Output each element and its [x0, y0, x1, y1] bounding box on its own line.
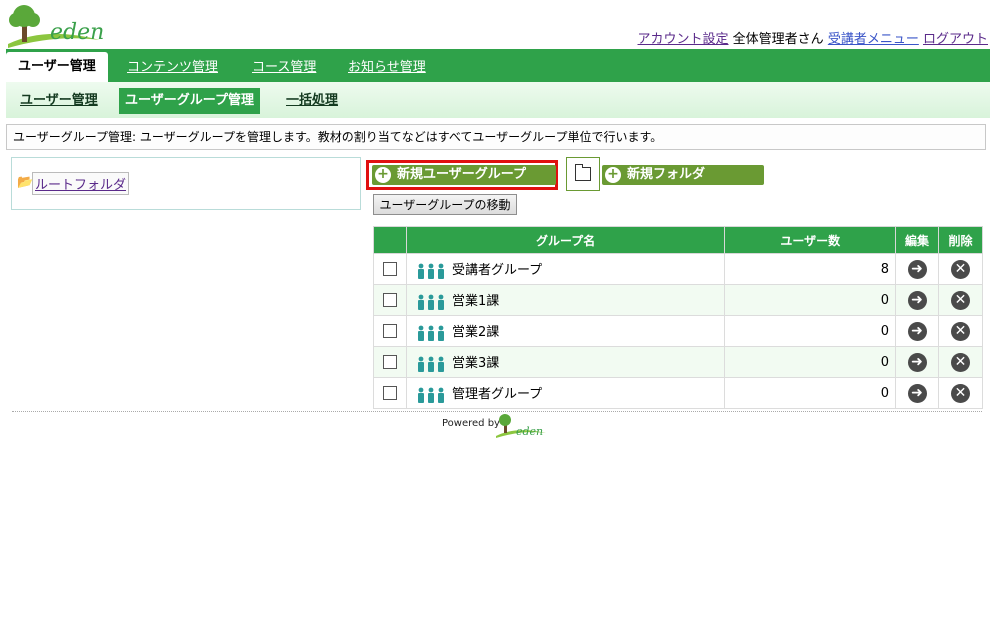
eden-footer-logo: eden: [496, 414, 546, 438]
plus-icon: +: [605, 167, 621, 183]
edit-cell: ➜: [895, 284, 940, 316]
new-user-group-label: 新規ユーザーグループ: [397, 167, 526, 182]
delete-cell: ✕: [938, 377, 983, 409]
user-count: 0: [724, 377, 897, 409]
plus-icon: +: [375, 167, 391, 183]
header-checkbox: [373, 226, 407, 254]
edit-arrow-icon[interactable]: ➜: [907, 321, 927, 341]
user-count: 8: [724, 253, 897, 285]
group-name[interactable]: 営業1課: [452, 294, 499, 309]
row-checkbox[interactable]: [382, 355, 397, 369]
tab-course-management[interactable]: コース管理: [252, 55, 316, 82]
row-checkbox[interactable]: [382, 324, 397, 338]
root-folder-link[interactable]: ルートフォルダ: [32, 172, 130, 195]
row-select-cell: [373, 284, 407, 316]
logout-link[interactable]: ログアウト: [923, 32, 988, 47]
group-name[interactable]: 営業3課: [452, 356, 499, 371]
header-user-count: ユーザー数: [724, 226, 897, 254]
table-header-row: グループ名 ユーザー数 編集 削除: [373, 226, 983, 254]
tab-content-management[interactable]: コンテンツ管理: [127, 55, 218, 82]
page-description: ユーザーグループ管理: ユーザーグループを管理します。教材の割り当てなどはすべて…: [6, 124, 986, 150]
table-row: 営業2課 0 ➜ ✕: [373, 315, 983, 347]
row-checkbox[interactable]: [382, 293, 397, 307]
group-name[interactable]: 受講者グループ: [452, 263, 542, 278]
user-group-icon: [417, 325, 444, 341]
delete-x-icon[interactable]: ✕: [951, 352, 970, 372]
footer-divider: [12, 411, 982, 412]
sub-nav: ユーザー管理 ユーザーグループ管理 一括処理: [6, 82, 990, 118]
subtab-user-management[interactable]: ユーザー管理: [14, 88, 104, 114]
main-nav: ユーザー管理 コンテンツ管理 コース管理 お知らせ管理: [6, 49, 990, 82]
table-row: 受講者グループ 8 ➜ ✕: [373, 253, 983, 285]
subtab-user-group-management[interactable]: ユーザーグループ管理: [119, 88, 260, 114]
edit-arrow-icon[interactable]: ➜: [907, 352, 927, 372]
folder-button[interactable]: [566, 157, 600, 191]
group-name-cell: 管理者グループ: [405, 377, 726, 409]
edit-cell: ➜: [895, 253, 940, 285]
delete-cell: ✕: [938, 253, 983, 285]
logo-text: eden: [50, 20, 105, 45]
group-name-cell: 営業1課: [405, 284, 726, 316]
new-user-group-button[interactable]: + 新規ユーザーグループ: [372, 165, 556, 185]
account-settings-link[interactable]: アカウント設定: [638, 32, 729, 47]
row-select-cell: [373, 346, 407, 378]
delete-x-icon[interactable]: ✕: [951, 290, 970, 310]
group-table: グループ名 ユーザー数 編集 削除 受講者グループ 8 ➜ ✕ 営業1課 0 ➜ ✕ 営業2課 0…: [373, 226, 983, 409]
powered-by-text: Powered by: [442, 418, 500, 429]
delete-cell: ✕: [938, 315, 983, 347]
user-name: 全体管理者さん: [732, 32, 824, 47]
edit-arrow-icon[interactable]: ➜: [907, 290, 927, 310]
edit-cell: ➜: [895, 377, 940, 409]
group-name-cell: 営業3課: [405, 346, 726, 378]
user-count: 0: [724, 346, 897, 378]
subtab-bulk-processing[interactable]: 一括処理: [280, 88, 344, 114]
user-count: 0: [724, 315, 897, 347]
edit-arrow-icon[interactable]: ➜: [907, 259, 927, 279]
table-row: 管理者グループ 0 ➜ ✕: [373, 377, 983, 409]
row-select-cell: [373, 315, 407, 347]
user-group-icon: [417, 387, 444, 403]
folder-tree: 📂 ルートフォルダ: [11, 157, 361, 210]
header: eden アカウント設定 全体管理者さん 受講者メニュー ログアウト: [0, 0, 994, 48]
group-name[interactable]: 管理者グループ: [452, 387, 542, 402]
row-select-cell: [373, 253, 407, 285]
row-checkbox[interactable]: [382, 386, 397, 400]
table-row: 営業1課 0 ➜ ✕: [373, 284, 983, 316]
edit-cell: ➜: [895, 315, 940, 347]
header-edit: 編集: [895, 226, 940, 254]
delete-x-icon[interactable]: ✕: [951, 259, 970, 279]
delete-cell: ✕: [938, 284, 983, 316]
row-select-cell: [373, 377, 407, 409]
group-name-cell: 営業2課: [405, 315, 726, 347]
table-row: 営業3課 0 ➜ ✕: [373, 346, 983, 378]
tab-notice-management[interactable]: お知らせ管理: [348, 55, 426, 82]
user-group-icon: [417, 356, 444, 372]
new-folder-button[interactable]: + 新規フォルダ: [602, 165, 764, 185]
edit-cell: ➜: [895, 346, 940, 378]
row-checkbox[interactable]: [382, 262, 397, 276]
delete-cell: ✕: [938, 346, 983, 378]
user-group-icon: [417, 263, 444, 279]
learner-menu-link[interactable]: 受講者メニュー: [828, 32, 919, 47]
user-group-icon: [417, 294, 444, 310]
folder-icon: [575, 164, 591, 181]
delete-x-icon[interactable]: ✕: [951, 321, 970, 341]
new-folder-label: 新規フォルダ: [627, 167, 706, 182]
user-bar: アカウント設定 全体管理者さん 受講者メニュー ログアウト: [638, 28, 988, 47]
edit-arrow-icon[interactable]: ➜: [907, 383, 927, 403]
header-group-name: グループ名: [405, 226, 726, 254]
move-group-button[interactable]: ユーザーグループの移動: [373, 194, 517, 215]
folder-open-icon: 📂: [17, 175, 34, 190]
delete-x-icon[interactable]: ✕: [951, 383, 970, 403]
group-name[interactable]: 営業2課: [452, 325, 499, 340]
user-count: 0: [724, 284, 897, 316]
group-name-cell: 受講者グループ: [405, 253, 726, 285]
tab-user-management[interactable]: ユーザー管理: [6, 52, 108, 82]
footer-logo-text: eden: [516, 425, 543, 438]
header-delete: 削除: [938, 226, 983, 254]
